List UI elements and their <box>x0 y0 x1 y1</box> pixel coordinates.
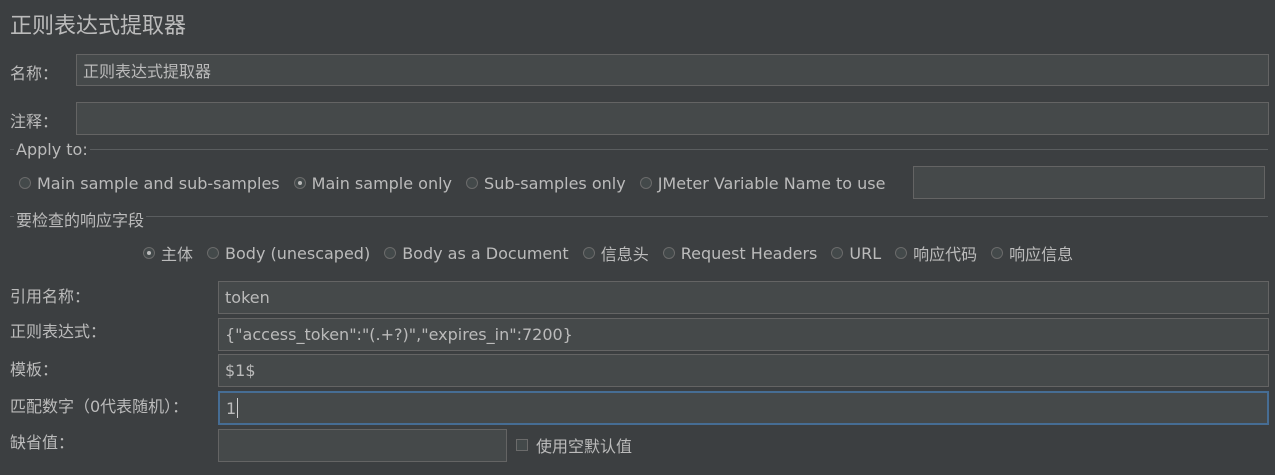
radio-main-only-label: Main sample only <box>311 173 453 193</box>
template-label: 模板： <box>10 360 59 379</box>
radio-body-document-label: Body as a Document <box>402 243 569 263</box>
radio-jmeter-variable[interactable]: JMeter Variable Name to use <box>639 173 886 193</box>
regex-label: 正则表达式： <box>10 322 107 341</box>
radio-response-code-dot <box>895 247 908 259</box>
radio-headers-dot <box>582 247 595 259</box>
radio-main-only[interactable]: Main sample only <box>293 173 453 193</box>
match-no-input-value: 1 <box>226 398 237 418</box>
use-empty-default-checkbox-label: 使用空默认值 <box>536 437 633 456</box>
radio-sub-only[interactable]: Sub-samples only <box>466 174 626 193</box>
name-label: 名称： <box>10 64 59 83</box>
radio-body-document[interactable]: Body as a Document <box>384 243 569 263</box>
ref-name-input-value: token <box>225 288 270 307</box>
default-value-input[interactable] <box>218 429 507 462</box>
radio-url-dot <box>831 247 844 259</box>
radio-body[interactable]: 主体 <box>143 241 193 265</box>
template-input-value: $1$ <box>225 361 256 380</box>
regex-input-value: {"access_token":"(.+?)","expires_in":720… <box>225 325 573 344</box>
apply-to-title: Apply to: <box>14 140 90 159</box>
match-no-input[interactable]: 1 <box>218 391 1269 425</box>
radio-main-only-dot <box>293 177 306 189</box>
radio-response-message-dot <box>991 247 1004 259</box>
radio-request-headers-label: Request Headers <box>680 243 818 263</box>
radio-main-and-sub[interactable]: Main sample and sub-samples <box>19 174 280 193</box>
radio-url-label: URL <box>849 243 882 263</box>
radio-headers-label: 信息头 <box>600 245 649 264</box>
radio-request-headers-dot <box>662 247 675 259</box>
template-input[interactable]: $1$ <box>218 354 1269 387</box>
radio-response-message[interactable]: 响应信息 <box>991 241 1073 265</box>
comment-input[interactable] <box>76 102 1269 135</box>
radio-response-message-label: 响应信息 <box>1009 245 1074 264</box>
radio-main-and-sub-dot <box>19 177 31 189</box>
jmeter-variable-input[interactable] <box>913 166 1265 199</box>
ref-name-input[interactable]: token <box>218 281 1269 314</box>
radio-response-code-label: 响应代码 <box>913 245 978 264</box>
use-empty-default-checkbox-box <box>516 439 528 451</box>
radio-sub-only-label: Sub-samples only <box>484 173 626 193</box>
response-field-title: 要检查的响应字段 <box>14 207 147 231</box>
radio-request-headers[interactable]: Request Headers <box>662 243 818 263</box>
radio-headers[interactable]: 信息头 <box>582 241 649 265</box>
panel-title: 正则表达式提取器 <box>10 14 187 39</box>
name-input-value: 正则表达式提取器 <box>83 62 212 81</box>
comment-label: 注释： <box>10 112 59 131</box>
ref-name-label: 引用名称： <box>10 287 91 306</box>
regex-input[interactable]: {"access_token":"(.+?)","expires_in":720… <box>218 318 1269 351</box>
radio-body-document-dot <box>384 247 397 259</box>
apply-to-options: Main sample and sub-samples Main sample … <box>19 172 899 194</box>
apply-to-divider <box>10 149 1268 150</box>
radio-response-code[interactable]: 响应代码 <box>895 241 977 265</box>
use-empty-default-checkbox[interactable]: 使用空默认值 <box>516 434 632 456</box>
radio-jmeter-variable-label: JMeter Variable Name to use <box>657 173 886 193</box>
match-no-label: 匹配数字（0代表随机）： <box>10 397 189 416</box>
radio-main-and-sub-label: Main sample and sub-samples <box>37 173 280 193</box>
response-field-divider <box>10 216 1268 217</box>
radio-sub-only-dot <box>466 177 479 189</box>
radio-jmeter-variable-dot <box>639 177 652 189</box>
radio-url[interactable]: URL <box>831 244 881 263</box>
radio-body-unescaped-dot <box>207 247 220 259</box>
response-field-options: 主体 Body (unescaped) Body as a Document 信… <box>143 242 1087 264</box>
default-value-label: 缺省值： <box>10 433 75 452</box>
radio-body-unescaped-label: Body (unescaped) <box>225 243 371 263</box>
radio-body-label: 主体 <box>161 245 194 264</box>
radio-body-unescaped[interactable]: Body (unescaped) <box>207 244 370 263</box>
radio-body-dot <box>143 247 155 259</box>
name-input[interactable]: 正则表达式提取器 <box>76 54 1269 86</box>
text-caret <box>237 398 239 418</box>
